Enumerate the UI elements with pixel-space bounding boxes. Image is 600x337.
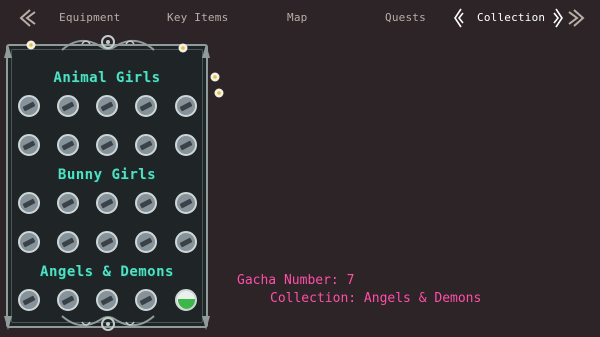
locked-item-slot[interactable] bbox=[175, 134, 197, 156]
gacha-number-label: Gacha Number: bbox=[237, 273, 339, 288]
collection-name-row: Collection: Angels & Demons bbox=[270, 291, 481, 306]
locked-item-slot[interactable] bbox=[175, 95, 197, 117]
locked-item-slot[interactable] bbox=[135, 95, 157, 117]
corner-spike-icon bbox=[202, 44, 210, 58]
corner-spike-icon bbox=[202, 316, 210, 330]
tab-key-items[interactable]: Key Items bbox=[167, 11, 228, 24]
nav-right-arrow-icon[interactable] bbox=[566, 6, 588, 30]
tab-collection[interactable]: Collection bbox=[477, 11, 545, 24]
active-tab-left-bracket-icon bbox=[452, 6, 464, 30]
daisy-flower-icon bbox=[214, 88, 224, 98]
locked-item-slot[interactable] bbox=[18, 95, 40, 117]
panel-bottom-ornament-icon bbox=[61, 315, 155, 331]
section-title-angels-demons: Angels & Demons bbox=[40, 264, 174, 280]
collection-panel bbox=[6, 44, 208, 328]
collection-label: Collection: bbox=[270, 291, 357, 306]
locked-item-slot[interactable] bbox=[18, 289, 40, 311]
corner-spike-icon bbox=[4, 316, 12, 330]
locked-item-slot[interactable] bbox=[135, 289, 157, 311]
locked-item-slot[interactable] bbox=[57, 289, 79, 311]
locked-item-slot[interactable] bbox=[57, 95, 79, 117]
collection-value: Angels & Demons bbox=[363, 291, 482, 306]
locked-item-slot[interactable] bbox=[135, 134, 157, 156]
daisy-flower-icon bbox=[178, 43, 188, 53]
nav-left-arrow-icon[interactable] bbox=[16, 6, 38, 30]
tab-quests[interactable]: Quests bbox=[385, 11, 426, 24]
daisy-flower-icon bbox=[26, 40, 36, 50]
collected-item-slot[interactable] bbox=[175, 289, 197, 311]
locked-item-slot[interactable] bbox=[96, 289, 118, 311]
locked-item-slot[interactable] bbox=[18, 134, 40, 156]
locked-item-slot[interactable] bbox=[96, 192, 118, 214]
tab-map[interactable]: Map bbox=[287, 11, 307, 24]
corner-spike-icon bbox=[4, 44, 12, 58]
locked-item-slot[interactable] bbox=[135, 231, 157, 253]
section-title-animal-girls: Animal Girls bbox=[53, 70, 161, 86]
gacha-number-row: Gacha Number: 7 bbox=[237, 273, 354, 288]
tab-equipment[interactable]: Equipment bbox=[59, 11, 120, 24]
locked-item-slot[interactable] bbox=[57, 192, 79, 214]
locked-item-slot[interactable] bbox=[57, 134, 79, 156]
locked-item-slot[interactable] bbox=[135, 192, 157, 214]
panel-top-ornament-icon bbox=[61, 35, 155, 51]
locked-item-slot[interactable] bbox=[175, 231, 197, 253]
locked-item-slot[interactable] bbox=[175, 192, 197, 214]
locked-item-slot[interactable] bbox=[96, 231, 118, 253]
active-tab-right-bracket-icon bbox=[553, 6, 565, 30]
top-nav: Equipment Key Items Map Quests Collectio… bbox=[0, 0, 600, 36]
gacha-number-value: 7 bbox=[346, 273, 355, 288]
section-title-bunny-girls: Bunny Girls bbox=[57, 167, 157, 183]
locked-item-slot[interactable] bbox=[57, 231, 79, 253]
locked-item-slot[interactable] bbox=[18, 231, 40, 253]
locked-item-slot[interactable] bbox=[96, 95, 118, 117]
locked-item-slot[interactable] bbox=[96, 134, 118, 156]
locked-item-slot[interactable] bbox=[18, 192, 40, 214]
panel-inner-border bbox=[11, 49, 203, 323]
